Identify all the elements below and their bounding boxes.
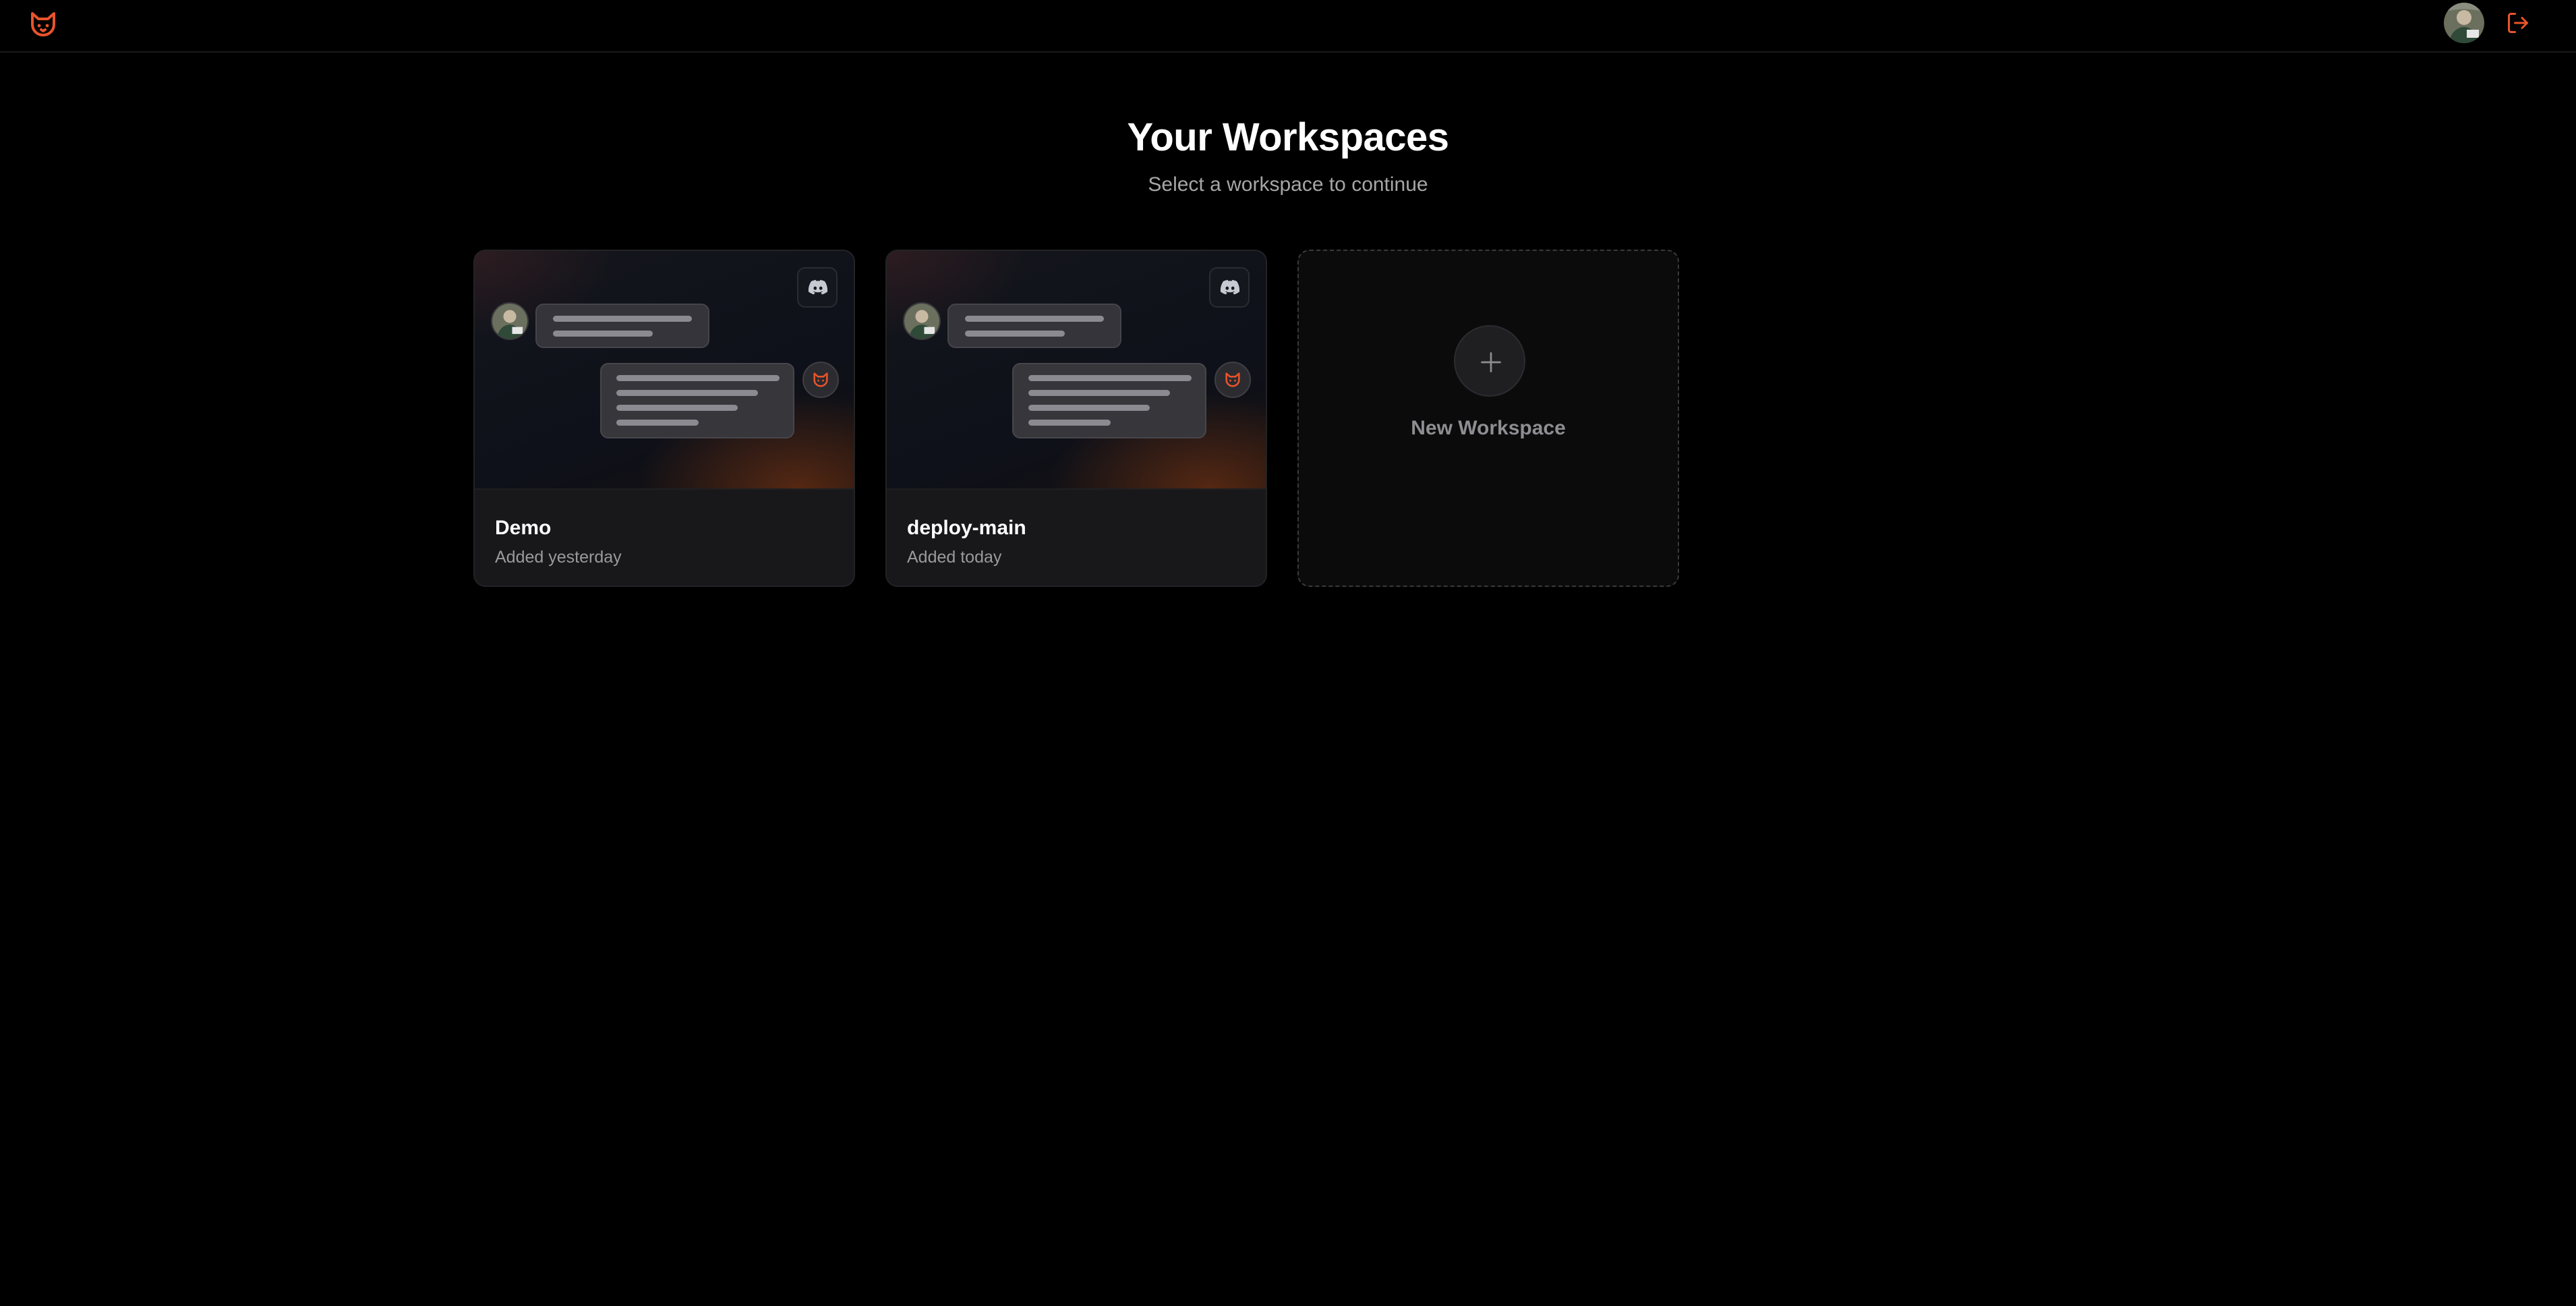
workspace-preview [887, 251, 1266, 488]
page-heading: Your Workspaces Select a workspace to co… [0, 115, 2576, 196]
bot-avatar-icon [802, 362, 839, 398]
top-bar [0, 0, 2576, 53]
user-avatar [491, 302, 529, 340]
workspace-name: deploy-main [907, 517, 1026, 539]
discord-icon [797, 267, 838, 308]
chat-bubble-bot [1012, 363, 1206, 438]
chat-bubble-user [947, 304, 1121, 348]
logout-icon[interactable] [2506, 11, 2530, 35]
chat-bubble-user [535, 304, 709, 348]
cat-logo-icon[interactable] [27, 8, 59, 40]
user-avatar [903, 302, 941, 340]
workspace-card-deploy-main[interactable]: deploy-main Added today [885, 250, 1267, 587]
user-avatar[interactable] [2444, 3, 2484, 43]
page-subtitle: Select a workspace to continue [1148, 173, 1428, 196]
workspace-card-footer: deploy-main Added today [887, 488, 1266, 586]
workspace-added-date: Added today [907, 548, 1002, 567]
page-title: Your Workspaces [1127, 115, 1449, 159]
workspace-name: Demo [495, 517, 552, 539]
bot-avatar-icon [1214, 362, 1251, 398]
workspace-card-demo[interactable]: Demo Added yesterday [473, 250, 855, 587]
workspace-preview [475, 251, 854, 488]
chat-bubble-bot [600, 363, 794, 438]
plus-icon [1454, 325, 1525, 397]
discord-icon [1209, 267, 1250, 308]
workspace-added-date: Added yesterday [495, 548, 622, 567]
workspace-card-footer: Demo Added yesterday [475, 488, 854, 586]
new-workspace-button[interactable]: New Workspace [1297, 250, 1679, 587]
new-workspace-label: New Workspace [1411, 417, 1566, 439]
